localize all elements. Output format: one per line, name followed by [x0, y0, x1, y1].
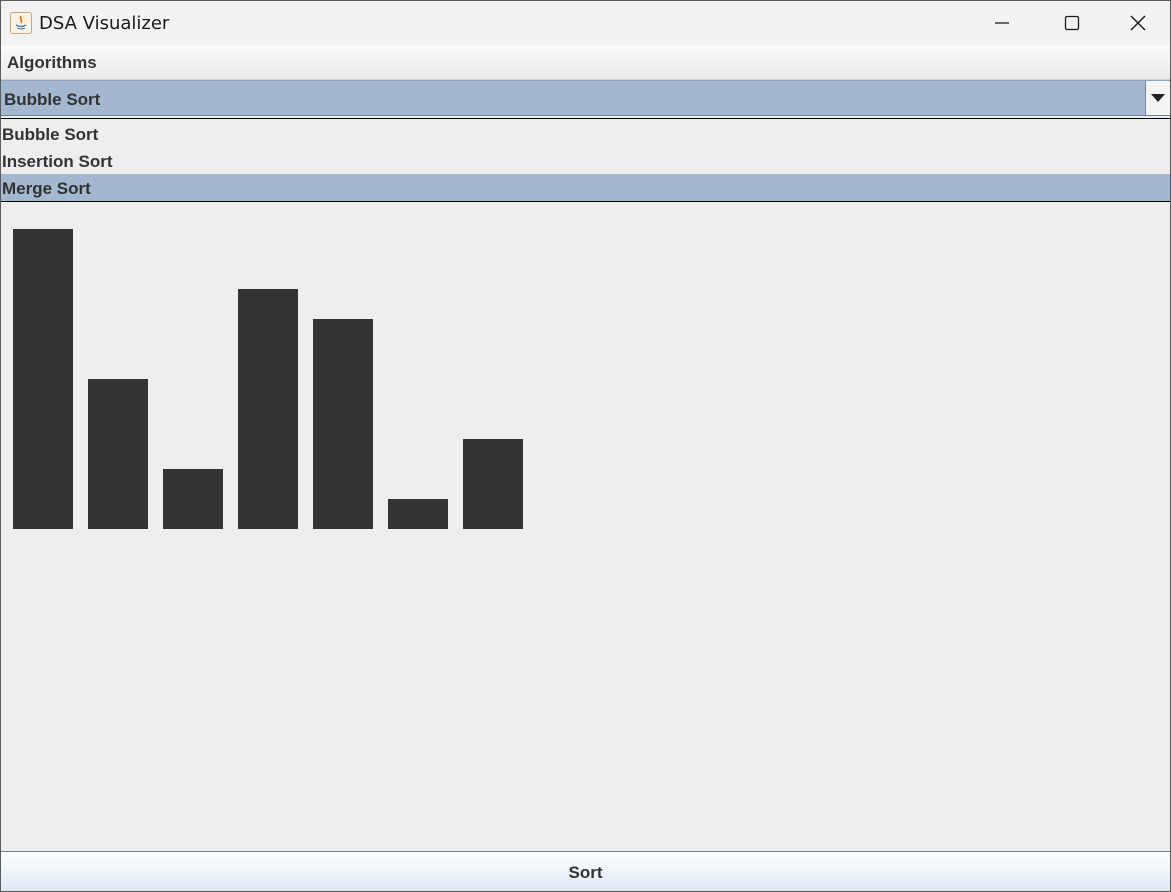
array-bar	[88, 379, 148, 529]
array-bar	[163, 469, 223, 529]
array-bar	[13, 229, 73, 529]
selected-algorithm: Bubble Sort	[4, 90, 101, 109]
option-merge-sort[interactable]: Merge Sort	[1, 174, 1170, 201]
array-bar	[388, 499, 448, 529]
title-bar: DSA Visualizer	[1, 1, 1170, 45]
algorithm-dropdown-list: Bubble Sort Insertion Sort Merge Sort	[1, 118, 1170, 202]
close-button[interactable]	[1103, 1, 1171, 45]
option-bubble-sort[interactable]: Bubble Sort	[1, 120, 1170, 147]
array-bar	[463, 439, 523, 529]
array-bar	[238, 289, 298, 529]
caret-down-icon	[1151, 94, 1165, 102]
menu-bar: Algorithms	[1, 45, 1170, 80]
close-icon	[1130, 15, 1146, 31]
dropdown-arrow-button[interactable]	[1145, 81, 1170, 115]
minimize-icon	[995, 22, 1009, 24]
java-icon	[10, 12, 32, 34]
sort-button[interactable]: Sort	[1, 851, 1170, 891]
minimize-button[interactable]	[967, 1, 1037, 45]
window-title: DSA Visualizer	[39, 13, 170, 34]
sort-button-label: Sort	[568, 863, 603, 882]
menu-algorithms[interactable]: Algorithms	[7, 53, 97, 73]
option-insertion-sort[interactable]: Insertion Sort	[1, 147, 1170, 174]
visualization-canvas	[1, 203, 1170, 851]
option-label: Bubble Sort	[2, 125, 99, 144]
array-bar	[313, 319, 373, 529]
maximize-icon	[1064, 15, 1080, 31]
maximize-button[interactable]	[1037, 1, 1107, 45]
algorithm-combobox[interactable]: Bubble Sort	[1, 80, 1170, 116]
app-window: DSA Visualizer Algorithms Bubble Sort Bu…	[0, 0, 1171, 892]
option-label: Insertion Sort	[2, 152, 113, 171]
option-label: Merge Sort	[2, 179, 91, 198]
